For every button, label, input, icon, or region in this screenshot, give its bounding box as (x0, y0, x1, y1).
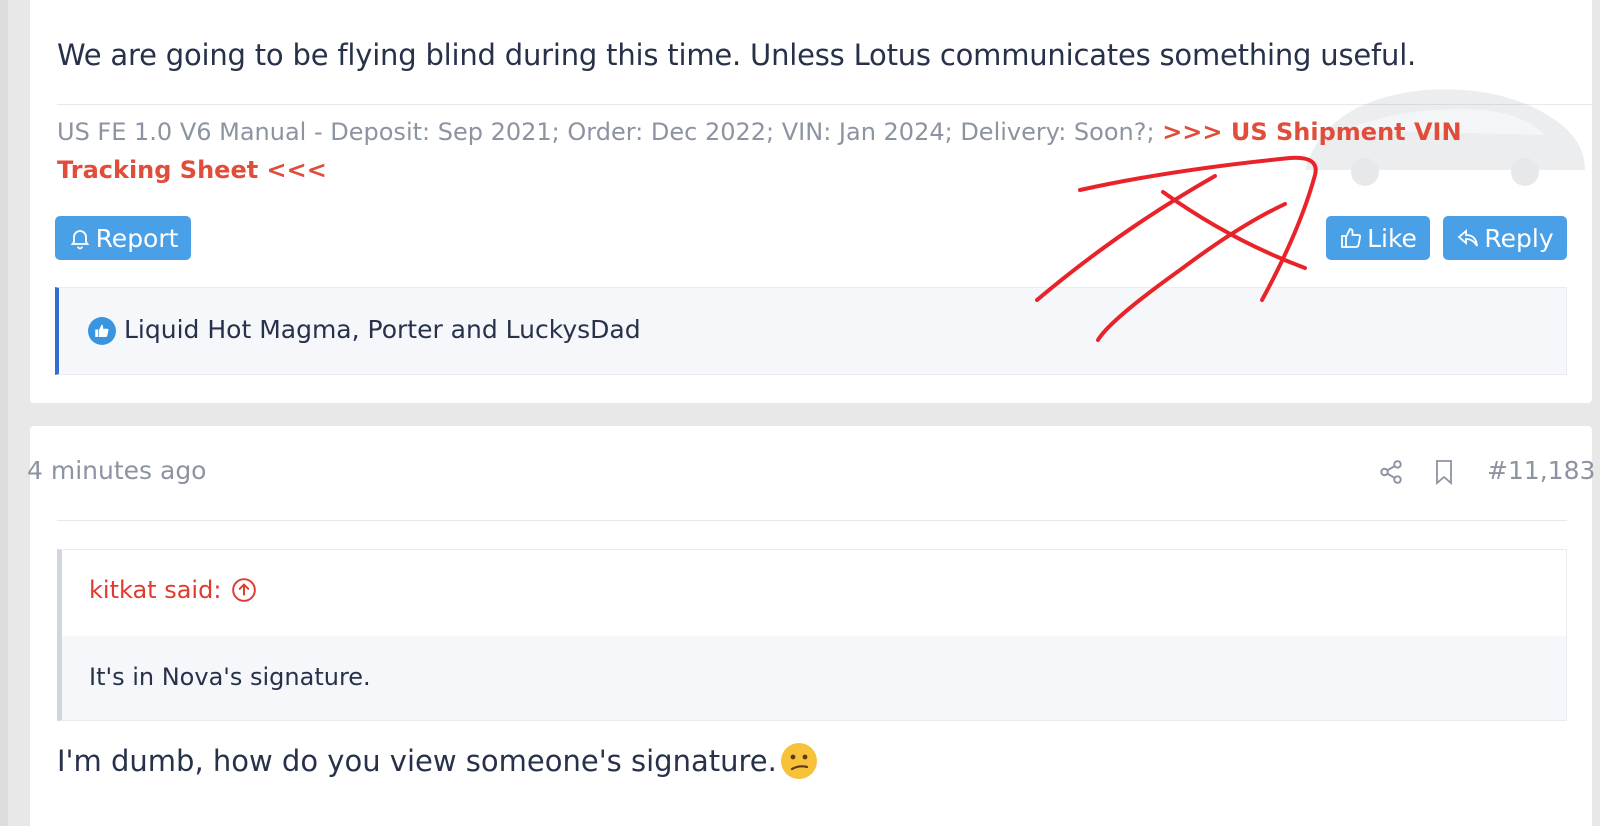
quote-body: It's in Nova's signature. (62, 636, 1566, 720)
arrow-up-circle-icon[interactable] (231, 577, 257, 603)
confused-face-emoji (780, 743, 817, 779)
post-body-text-2: I'm dumb, how do you view someone's sign… (57, 741, 819, 781)
signature: US FE 1.0 V6 Manual - Deposit: Sep 2021;… (57, 113, 1537, 189)
bookmark-icon[interactable] (1432, 458, 1456, 486)
report-button[interactable]: Report (55, 216, 191, 260)
reactions-list[interactable]: Liquid Hot Magma, Porter and LuckysDad (124, 315, 641, 344)
post-body-text: We are going to be flying blind during t… (57, 38, 1417, 72)
thumbs-up-icon (1341, 228, 1362, 248)
report-label: Report (95, 223, 179, 253)
quote-block: kitkat said: It's in Nova's signature. (57, 549, 1567, 721)
reply-label: Reply (1484, 223, 1554, 253)
like-button[interactable]: Like (1326, 216, 1430, 260)
post-card-1: We are going to be flying blind during t… (30, 0, 1597, 403)
left-gutter (0, 0, 8, 826)
quote-header[interactable]: kitkat said: (89, 576, 257, 604)
quote-author[interactable]: kitkat said: (89, 576, 221, 604)
reply-button[interactable]: Reply (1443, 216, 1567, 260)
like-reaction-icon (88, 317, 116, 345)
quote-text: It's in Nova's signature. (89, 663, 371, 691)
meta-divider (57, 520, 1567, 521)
like-label: Like (1367, 223, 1417, 253)
reply-icon (1457, 229, 1479, 247)
bell-icon (70, 230, 89, 250)
share-icon[interactable] (1378, 459, 1404, 485)
reactions-bar[interactable]: Liquid Hot Magma, Porter and LuckysDad (55, 287, 1567, 375)
post-number-link[interactable]: #11,183 (1487, 456, 1595, 485)
post-timestamp[interactable]: 4 minutes ago (27, 456, 206, 485)
reply-body: I'm dumb, how do you view someone's sign… (57, 744, 777, 778)
signature-text: US FE 1.0 V6 Manual - Deposit: Sep 2021;… (57, 118, 1163, 146)
